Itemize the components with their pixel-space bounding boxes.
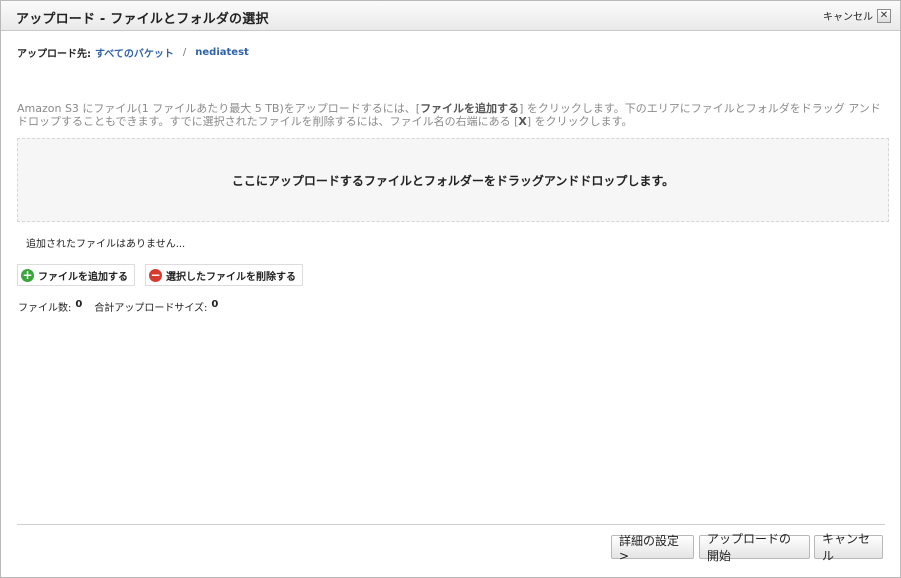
breadcrumb-label: アップロード先: — [17, 49, 91, 60]
minus-circle-icon: − — [149, 268, 162, 282]
breadcrumb-bucket[interactable]: nediatest — [195, 47, 249, 58]
instructions-text: Amazon S3 にファイル(1 ファイルあたり最大 5 TB)をアップロード… — [17, 102, 891, 128]
plus-circle-icon: + — [21, 268, 34, 282]
breadcrumb-all-buckets[interactable]: すべてのバケット — [95, 45, 174, 60]
instructions-add-files: ファイルを追加する — [420, 102, 520, 115]
drop-zone-text: ここにアップロードするファイルとフォルダーをドラッグアンドドロップします。 — [231, 173, 675, 188]
drop-zone[interactable]: ここにアップロードするファイルとフォルダーをドラッグアンドドロップします。 — [17, 138, 889, 222]
breadcrumb: アップロード先: すべてのバケット / nediatest — [17, 45, 249, 60]
remove-selected-button[interactable]: − 選択したファイルを削除する — [145, 264, 303, 286]
breadcrumb-separator: / — [182, 47, 187, 58]
add-files-button[interactable]: + ファイルを追加する — [17, 264, 135, 286]
total-size-value: 0 — [211, 299, 219, 310]
file-count-value: 0 — [75, 299, 83, 310]
footer-divider — [17, 524, 885, 525]
advanced-settings-button[interactable]: 詳細の設定 > — [611, 534, 694, 563]
upload-summary: ファイル数: 0 合計アップロードサイズ: 0 — [18, 299, 218, 314]
instructions-x: X — [518, 115, 527, 128]
start-upload-button[interactable]: アップロードの開始 — [699, 532, 810, 563]
instructions-part3: ] をクリックします。 — [526, 115, 633, 128]
add-files-label: ファイルを追加する — [38, 271, 128, 283]
file-count-label: ファイル数: — [18, 303, 72, 314]
empty-file-list-text: 追加されたファイルはありません... — [26, 239, 186, 250]
total-size-label: 合計アップロードサイズ: — [94, 303, 208, 314]
close-icon[interactable]: ✕ — [877, 8, 891, 23]
title-cancel-label: キャンセル — [823, 12, 873, 23]
title-cancel-button[interactable]: キャンセル ✕ — [823, 7, 891, 24]
upload-dialog: アップロード - ファイルとフォルダの選択 キャンセル ✕ アップロード先: す… — [0, 0, 901, 578]
remove-selected-label: 選択したファイルを削除する — [166, 271, 296, 283]
title-bar: アップロード - ファイルとフォルダの選択 キャンセル ✕ — [1, 1, 900, 31]
instructions-part1: Amazon S3 にファイル(1 ファイルあたり最大 5 TB)をアップロード… — [17, 102, 421, 115]
cancel-button[interactable]: キャンセル — [814, 532, 883, 563]
dialog-title: アップロード - ファイルとフォルダの選択 — [16, 12, 269, 27]
